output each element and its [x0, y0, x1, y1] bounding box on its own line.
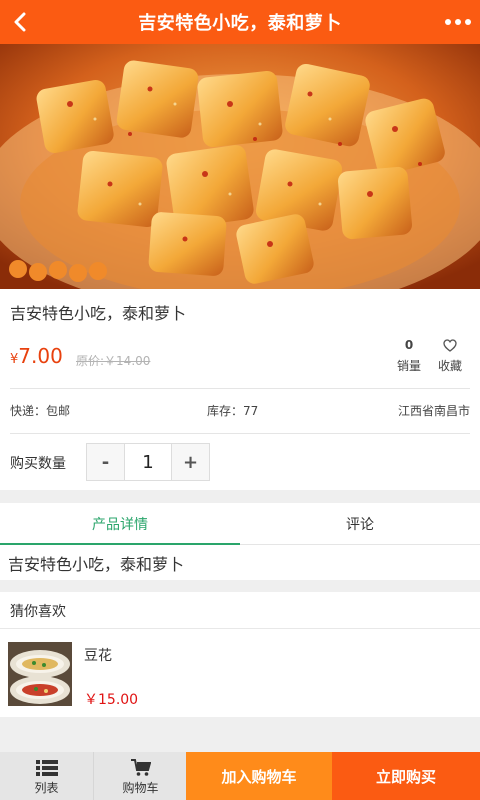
product-name: 吉安特色小吃，泰和萝卜: [10, 304, 187, 323]
tab-product-detail[interactable]: 产品详情: [0, 503, 240, 545]
quantity-plus-button[interactable]: +: [172, 444, 209, 480]
product-image[interactable]: [0, 44, 480, 289]
location-info: 江西省南昌市: [397, 404, 470, 418]
cart-label: 购物车: [122, 780, 159, 795]
list-button[interactable]: 列表: [0, 752, 94, 800]
heart-icon: [430, 337, 470, 353]
divider: [10, 433, 470, 434]
add-to-cart-button[interactable]: 加入购物车: [186, 752, 332, 800]
recommend-item-name: 豆花: [84, 648, 112, 664]
list-icon: [35, 757, 58, 779]
sales-count: 0: [404, 338, 414, 352]
sales-label: 销量: [396, 359, 421, 373]
detail-tabs: 产品详情 评论: [0, 503, 480, 545]
quantity-label: 购买数量: [10, 456, 66, 472]
favorite-button[interactable]: 收藏: [430, 337, 470, 374]
bottom-action-bar: 列表 购物车 加入购物车 立即购买: [0, 752, 480, 800]
sales-stat: 0 销量: [389, 337, 429, 374]
recommend-thumbnail: [8, 642, 72, 706]
buy-now-button[interactable]: 立即购买: [332, 752, 480, 800]
original-price: 原价:￥14.00: [76, 354, 151, 368]
more-dots-icon: [445, 19, 451, 25]
quantity-stepper: - 1 +: [86, 443, 210, 481]
cart-button[interactable]: 购物车: [94, 752, 188, 800]
detail-content: 吉安特色小吃，泰和萝卜: [0, 545, 480, 580]
tab-comments[interactable]: 评论: [240, 503, 480, 544]
shipping-info: 快递：包邮: [10, 404, 71, 418]
divider: [10, 388, 470, 389]
top-bar: 吉安特色小吃，泰和萝卜: [0, 0, 480, 44]
quantity-minus-button[interactable]: -: [87, 444, 124, 480]
list-label: 列表: [34, 780, 59, 795]
quantity-input[interactable]: 1: [124, 444, 172, 480]
current-price: ¥7.00: [10, 344, 63, 368]
chevron-left-icon: [14, 12, 26, 32]
back-button[interactable]: [0, 0, 40, 44]
cart-icon: [130, 757, 151, 779]
product-info: 吉安特色小吃，泰和萝卜 ¥7.00 原价:￥14.00 0 销量 收藏 快递：包…: [0, 289, 480, 490]
more-button[interactable]: [436, 0, 480, 44]
product-detail-page: 吉安特色小吃，泰和萝卜 吉安特色小吃，泰和萝卜 ¥7.00 原价:￥14.00 …: [0, 0, 480, 800]
list-item[interactable]: 豆花 ￥15.00: [0, 629, 480, 717]
stock-info: 库存：77: [207, 404, 259, 418]
page-title: 吉安特色小吃，泰和萝卜: [138, 13, 342, 34]
favorite-label: 收藏: [437, 359, 462, 373]
recommend-item-price: ￥15.00: [84, 692, 139, 708]
recommend-title: 猜你喜欢: [0, 592, 480, 629]
